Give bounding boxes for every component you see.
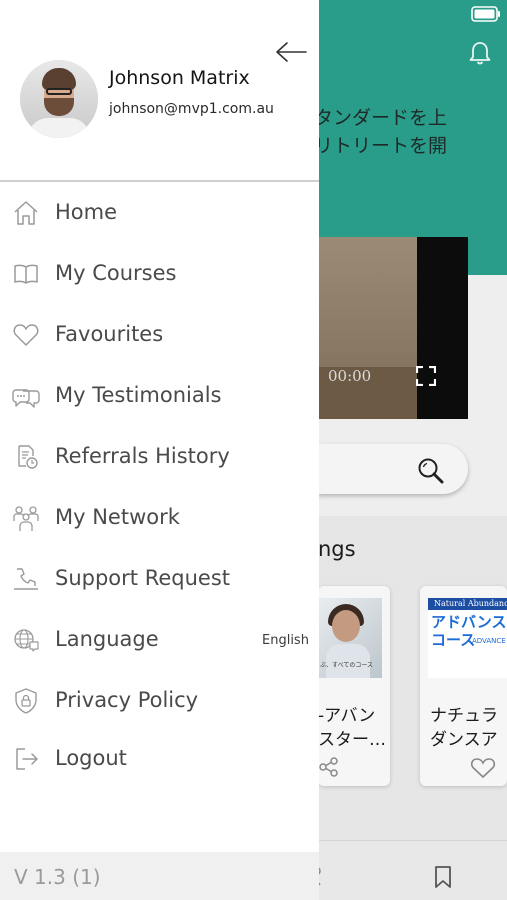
heart-icon[interactable] bbox=[470, 756, 496, 780]
notification-bell-icon[interactable] bbox=[467, 40, 493, 66]
menu-item-label: Privacy Policy bbox=[55, 688, 199, 712]
chat-bubbles-icon bbox=[12, 389, 40, 408]
language-value: English bbox=[262, 633, 309, 648]
menu-item-label: My Testimonials bbox=[55, 383, 222, 407]
course-title-line2: ダンスア bbox=[430, 730, 498, 750]
drawer-profile-header: Johnson Matrix johnson@mvp1.com.au bbox=[0, 0, 319, 182]
navigation-drawer: Johnson Matrix johnson@mvp1.com.au Home … bbox=[0, 0, 319, 900]
bookmark-tab-icon[interactable] bbox=[433, 865, 453, 889]
course-title-line1: -アバン bbox=[318, 706, 376, 726]
course-thumbnail: ぶ、すべてのコース bbox=[318, 598, 382, 678]
menu-item-label: Support Request bbox=[55, 566, 230, 590]
home-icon bbox=[14, 201, 38, 225]
menu-item-my-testimonials[interactable]: My Testimonials bbox=[0, 374, 319, 418]
menu-item-support-request[interactable]: Support Request bbox=[0, 557, 319, 601]
course-title-line2: スター… bbox=[318, 730, 386, 750]
video-player[interactable]: 00:00 bbox=[318, 237, 468, 419]
menu-item-label: Favourites bbox=[55, 322, 164, 346]
support-icon bbox=[14, 568, 38, 590]
menu-item-my-courses[interactable]: My Courses bbox=[0, 252, 319, 296]
globe-chat-icon bbox=[14, 629, 39, 652]
app-version: V 1.3 (1) bbox=[14, 865, 101, 889]
people-icon bbox=[13, 506, 39, 531]
book-icon bbox=[14, 264, 38, 284]
menu-item-label: Home bbox=[55, 200, 118, 224]
menu-item-home[interactable]: Home bbox=[0, 191, 319, 235]
fullscreen-icon[interactable] bbox=[416, 366, 436, 386]
heart-icon bbox=[13, 324, 39, 346]
logout-icon bbox=[16, 748, 38, 770]
search-bar[interactable] bbox=[318, 444, 468, 494]
course-thumbnail: Natural Abundance アドバンス コース ADVANCE bbox=[428, 598, 507, 678]
course-card[interactable]: ぶ、すべてのコース -アバン スター… bbox=[318, 586, 390, 786]
hero-text-line1: タンダードを上 bbox=[314, 107, 448, 129]
menu-item-label: Referrals History bbox=[55, 444, 230, 468]
drawer-footer: V 1.3 (1) bbox=[0, 852, 319, 900]
course-title-line1: ナチュラ bbox=[430, 706, 498, 726]
menu-item-referrals-history[interactable]: Referrals History bbox=[0, 435, 319, 479]
bottom-tab-bar bbox=[312, 840, 507, 900]
course-card[interactable]: Natural Abundance アドバンス コース ADVANCE ナチュラ… bbox=[420, 586, 507, 786]
menu-item-label: My Courses bbox=[55, 261, 177, 285]
menu-item-language[interactable]: Language English bbox=[0, 618, 319, 662]
menu-item-label: My Network bbox=[55, 505, 180, 529]
menu-item-label: Language bbox=[55, 627, 159, 651]
back-arrow-icon[interactable] bbox=[274, 40, 308, 64]
search-icon[interactable] bbox=[416, 456, 446, 486]
hero-text-line2: リトリートを開 bbox=[314, 135, 448, 157]
menu-item-label: Logout bbox=[55, 746, 127, 770]
document-clock-icon bbox=[18, 445, 38, 469]
user-name: Johnson Matrix bbox=[109, 67, 250, 89]
menu-item-my-network[interactable]: My Network bbox=[0, 496, 319, 540]
avatar[interactable] bbox=[20, 60, 98, 138]
menu-item-logout[interactable]: Logout bbox=[0, 737, 319, 781]
share-icon[interactable] bbox=[318, 756, 340, 778]
user-email: johnson@mvp1.com.au bbox=[109, 101, 274, 117]
section-title: ngs bbox=[318, 537, 356, 561]
video-time: 00:00 bbox=[328, 367, 372, 385]
shield-lock-icon bbox=[15, 688, 37, 714]
menu-item-privacy-policy[interactable]: Privacy Policy bbox=[0, 679, 319, 723]
battery-icon bbox=[471, 6, 500, 22]
menu-item-favourites[interactable]: Favourites bbox=[0, 313, 319, 357]
